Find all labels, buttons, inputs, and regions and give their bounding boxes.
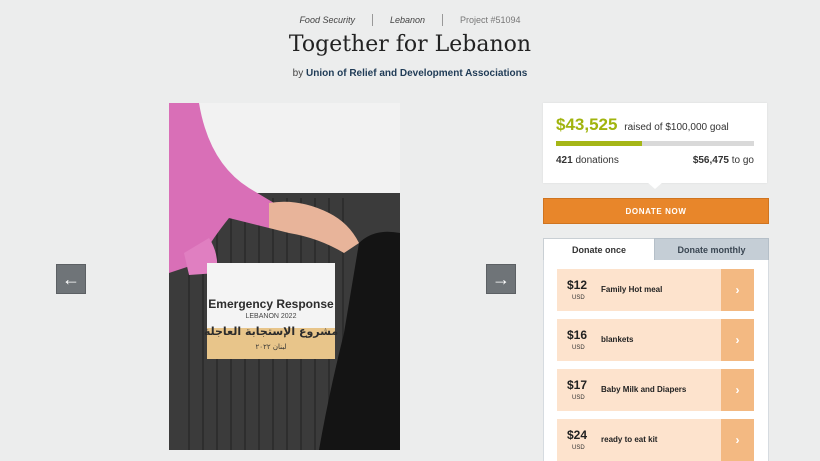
donations-number: 421 xyxy=(556,155,573,166)
chevron-right-icon[interactable]: › xyxy=(721,269,754,311)
breadcrumb-location-link[interactable]: Lebanon xyxy=(373,15,442,25)
carousel-next-button[interactable]: → xyxy=(486,264,516,294)
chevron-right-icon[interactable]: › xyxy=(721,369,754,411)
tab-donate-monthly[interactable]: Donate monthly xyxy=(654,238,769,262)
arrow-left-icon: ← xyxy=(62,268,80,289)
sign-subtitle: LEBANON 2022 xyxy=(246,313,297,320)
donate-now-button[interactable]: DONATE NOW xyxy=(543,198,769,224)
funding-progress-bar xyxy=(556,141,754,146)
to-go-number: $56,475 xyxy=(692,155,729,166)
byline-prefix: by xyxy=(292,68,304,79)
option-price: $16 xyxy=(567,328,588,342)
option-currency: USD xyxy=(572,295,585,301)
donations-label: donations xyxy=(575,155,619,166)
tab-donate-once[interactable]: Donate once xyxy=(543,238,655,261)
option-label: Baby Milk and Diapers xyxy=(601,385,687,394)
raised-amount: $43,525 xyxy=(556,115,618,134)
arrow-right-icon: → xyxy=(492,268,510,289)
option-label: ready to eat kit xyxy=(601,435,658,444)
goal-text: raised of $100,000 goal xyxy=(624,122,729,133)
option-price: $12 xyxy=(567,278,588,292)
amount-to-go: $56,475 to go xyxy=(693,155,754,166)
project-number: Project #51094 xyxy=(460,15,521,25)
option-label: Family Hot meal xyxy=(601,285,663,294)
option-currency: USD xyxy=(572,345,585,351)
option-label: blankets xyxy=(601,335,634,344)
organization-link[interactable]: Union of Relief and Development Associat… xyxy=(306,68,527,79)
breadcrumb-category-link[interactable]: Food Security xyxy=(282,15,372,25)
chevron-right-icon[interactable]: › xyxy=(721,319,754,361)
funding-progress-fill xyxy=(556,141,643,146)
donation-option[interactable]: $17 USD Baby Milk and Diapers › xyxy=(557,369,754,411)
byline: by Union of Relief and Development Assoc… xyxy=(0,68,820,79)
option-price: $17 xyxy=(567,378,588,392)
donation-option[interactable]: $12 USD Family Hot meal › xyxy=(557,269,754,311)
breadcrumb: Food Security Lebanon Project #51094 xyxy=(0,14,820,26)
to-go-label: to go xyxy=(731,155,754,166)
sign-arabic: مشروع الإستجابة العاجلة xyxy=(204,325,338,338)
sign-arabic-sub: لبنان ٢٠٢٢ xyxy=(256,343,287,351)
option-price: $24 xyxy=(567,428,588,442)
raised-line: $43,525 raised of $100,000 goal xyxy=(556,115,729,135)
option-currency: USD xyxy=(572,445,585,451)
page-title: Together for Lebanon xyxy=(288,32,532,57)
carousel-prev-button[interactable]: ← xyxy=(56,264,86,294)
funding-summary: $43,525 raised of $100,000 goal 421 dona… xyxy=(543,103,767,183)
donation-option[interactable]: $16 USD blankets › xyxy=(557,319,754,361)
chevron-right-icon[interactable]: › xyxy=(721,419,754,461)
donations-count: 421 donations xyxy=(556,155,619,166)
sign-title: Emergency Response xyxy=(208,297,334,311)
donation-option[interactable]: $24 USD ready to eat kit › xyxy=(557,419,754,461)
donation-options-panel: $12 USD Family Hot meal › $16 USD blanke… xyxy=(543,260,769,461)
project-photo: Emergency Response LEBANON 2022 مشروع ال… xyxy=(169,103,400,450)
summary-pointer xyxy=(647,182,663,189)
option-currency: USD xyxy=(572,395,585,401)
